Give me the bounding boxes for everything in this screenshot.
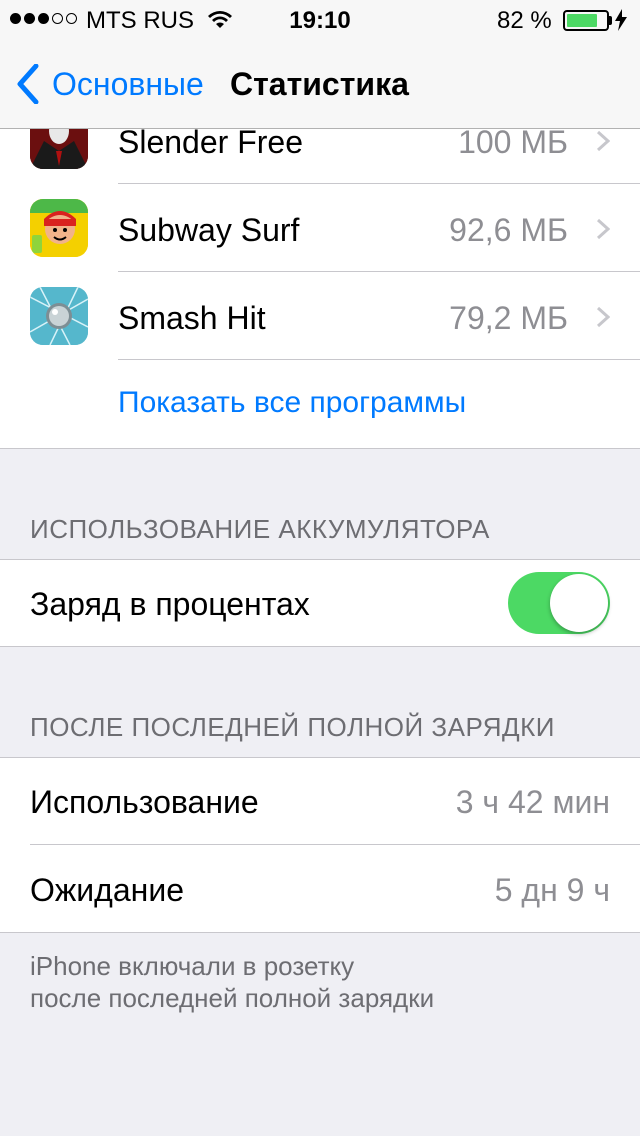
battery-percent-row: Заряд в процентах xyxy=(0,560,640,646)
navigation-bar: Основные Статистика xyxy=(0,40,640,129)
battery-level-fill xyxy=(567,14,598,27)
app-name: Slender Free xyxy=(118,124,303,160)
status-bar: MTS RUS 19:10 82 % xyxy=(0,0,640,40)
chevron-left-icon xyxy=(17,64,39,104)
back-button-label: Основные xyxy=(52,65,204,102)
battery-percent: 82 % xyxy=(497,7,552,34)
list-item[interactable]: Smash Hit 79,2 МБ xyxy=(0,272,640,360)
battery-tip xyxy=(609,16,612,25)
divider xyxy=(0,646,640,647)
battery-percent-toggle[interactable] xyxy=(508,572,610,634)
standby-label: Ожидание xyxy=(30,872,184,908)
app-usage-list: Slender Free 100 МБ Subway Surf 92,6 МБ xyxy=(0,96,640,448)
battery-percent-label: Заряд в процентах xyxy=(30,586,310,622)
divider xyxy=(0,448,640,449)
app-size: 92,6 МБ xyxy=(449,212,568,248)
back-button[interactable]: Основные xyxy=(16,64,204,104)
since-charge-list: Использование 3 ч 42 мин Ожидание 5 дн 9… xyxy=(0,758,640,932)
app-name: Subway Surf xyxy=(118,212,300,248)
chevron-right-icon xyxy=(596,130,610,152)
subway-surf-app-icon xyxy=(30,199,88,257)
app-size: 79,2 МБ xyxy=(449,300,568,336)
footer-line-1: iPhone включали в розетку xyxy=(30,951,355,981)
chevron-right-icon xyxy=(596,218,610,240)
battery-usage-header: ИСПОЛЬЗОВАНИЕ АККУМУЛЯТОРА xyxy=(30,514,490,544)
divider xyxy=(0,932,640,933)
charging-bolt-icon xyxy=(615,9,627,31)
since-charge-footer: iPhone включали в розетку после последне… xyxy=(30,950,434,1014)
footer-line-2: после последней полной зарядки xyxy=(30,983,435,1013)
smash-hit-app-icon xyxy=(30,287,88,345)
battery-icon xyxy=(563,10,609,31)
page-title: Статистика xyxy=(230,66,409,102)
show-all-apps-label: Показать все программы xyxy=(118,386,467,419)
standby-value: 5 дн 9 ч xyxy=(494,872,610,908)
app-name: Smash Hit xyxy=(118,300,266,336)
usage-label: Использование xyxy=(30,784,259,820)
usage-value: 3 ч 42 мин xyxy=(455,784,610,820)
show-all-apps-button[interactable]: Показать все программы xyxy=(0,360,640,448)
standby-row: Ожидание 5 дн 9 ч xyxy=(0,846,640,934)
toggle-knob xyxy=(550,574,608,632)
chevron-right-icon xyxy=(596,306,610,328)
since-charge-header: ПОСЛЕ ПОСЛЕДНЕЙ ПОЛНОЙ ЗАРЯДКИ xyxy=(30,712,555,742)
list-item[interactable]: Subway Surf 92,6 МБ xyxy=(0,184,640,272)
app-size: 100 МБ xyxy=(458,124,568,160)
usage-row: Использование 3 ч 42 мин xyxy=(0,758,640,846)
